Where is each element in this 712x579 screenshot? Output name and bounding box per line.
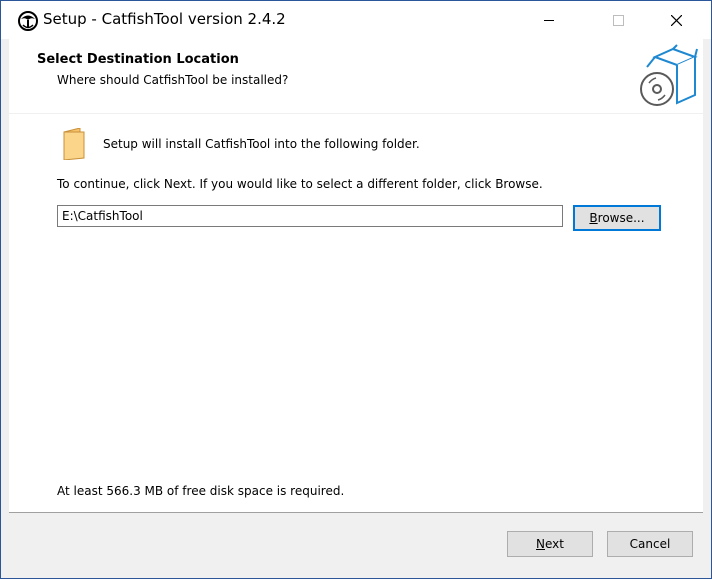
close-icon	[671, 15, 682, 26]
window-title: Setup - CatfishTool version 2.4.2	[43, 10, 286, 28]
page-subtitle: Where should CatfishTool be installed?	[57, 73, 289, 87]
maximize-icon	[613, 15, 624, 26]
maximize-button[interactable]	[595, 1, 641, 39]
disk-space-message: At least 566.3 MB of free disk space is …	[57, 484, 345, 498]
setup-window: Setup - CatfishTool version 2.4.2 Select…	[0, 0, 712, 579]
install-message: Setup will install CatfishTool into the …	[103, 137, 420, 151]
cancel-button[interactable]: Cancel	[607, 531, 693, 557]
browse-accel: B	[589, 211, 598, 225]
title-bar[interactable]: Setup - CatfishTool version 2.4.2	[1, 1, 711, 39]
page-title: Select Destination Location	[37, 52, 239, 67]
minimize-button[interactable]	[526, 1, 572, 39]
continue-message: To continue, click Next. If you would li…	[57, 177, 543, 191]
next-accel: N	[536, 537, 545, 551]
browse-button[interactable]: Browse...	[573, 205, 661, 231]
close-button[interactable]	[653, 1, 699, 39]
wizard-content: Setup will install CatfishTool into the …	[9, 114, 703, 512]
browse-label: rowse...	[597, 211, 645, 225]
wizard-header: Select Destination Location Where should…	[9, 39, 703, 113]
next-button[interactable]: Next	[507, 531, 593, 557]
destination-path-input[interactable]	[57, 205, 563, 227]
install-box-disc-icon	[640, 44, 698, 106]
minimize-icon	[544, 20, 554, 21]
app-icon	[18, 11, 38, 31]
folder-icon	[63, 128, 85, 160]
next-label: ext	[545, 537, 564, 551]
footer-divider	[9, 512, 703, 513]
